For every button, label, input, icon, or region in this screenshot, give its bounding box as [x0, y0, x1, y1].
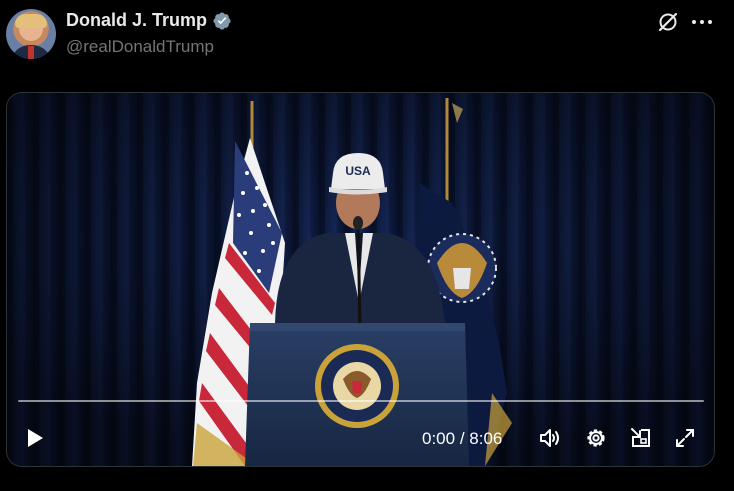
- settings-gear-icon[interactable]: [584, 426, 608, 450]
- verified-badge-icon[interactable]: [212, 11, 232, 31]
- video-progress-bar[interactable]: [18, 400, 704, 402]
- avatar-tie: [28, 46, 34, 59]
- time-separator: /: [455, 429, 470, 448]
- avatar-hair: [15, 14, 47, 28]
- duration: 8:06: [469, 429, 503, 448]
- author-display-name[interactable]: Donald J. Trump: [66, 10, 207, 31]
- grok-icon[interactable]: [656, 10, 680, 34]
- volume-icon[interactable]: [538, 426, 562, 450]
- video-frame: USA: [7, 93, 714, 466]
- cap-text: USA: [345, 164, 371, 178]
- play-icon[interactable]: [23, 426, 47, 450]
- post-header: Donald J. Trump @realDonaldTrump: [0, 0, 734, 80]
- profile-avatar[interactable]: [6, 9, 56, 59]
- video-player[interactable]: USA 0:00 / 8:06: [6, 92, 715, 467]
- video-time: 0:00 / 8:06: [422, 429, 502, 449]
- author-name-row: Donald J. Trump: [66, 10, 232, 31]
- author-handle[interactable]: @realDonaldTrump: [66, 37, 214, 57]
- more-horizontal-icon[interactable]: [688, 10, 716, 34]
- current-time: 0:00: [422, 429, 456, 448]
- fullscreen-icon[interactable]: [673, 426, 697, 450]
- dock-video-icon[interactable]: [629, 426, 653, 450]
